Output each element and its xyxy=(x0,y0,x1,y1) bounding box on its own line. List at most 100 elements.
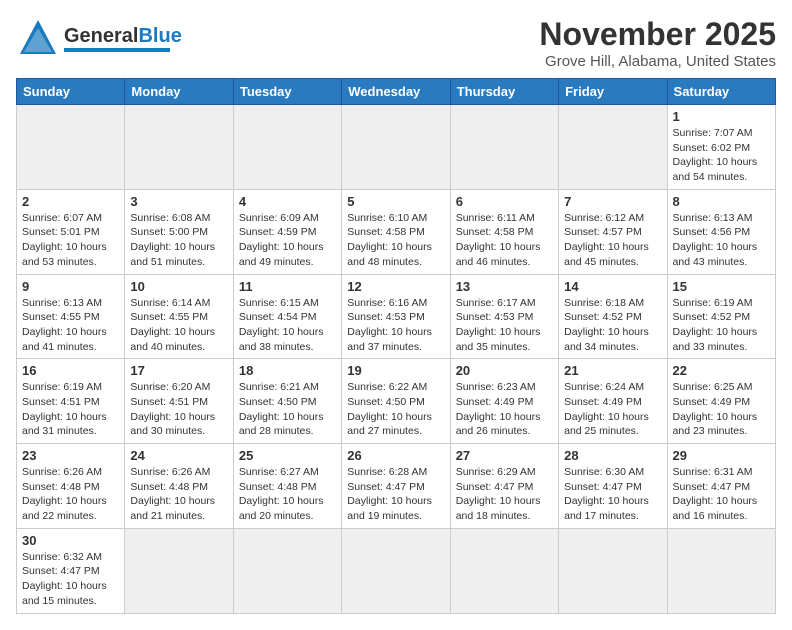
day-number: 29 xyxy=(673,448,770,463)
day-info: Sunrise: 6:29 AM Sunset: 4:47 PM Dayligh… xyxy=(456,465,553,524)
day-number: 18 xyxy=(239,363,336,378)
day-number: 24 xyxy=(130,448,227,463)
calendar-day-cell: 4 Sunrise: 6:09 AM Sunset: 4:59 PM Daylig… xyxy=(233,189,341,274)
weekday-header: Monday xyxy=(125,79,233,105)
day-number: 30 xyxy=(22,533,119,548)
day-number: 17 xyxy=(130,363,227,378)
calendar-week-row: 9 Sunrise: 6:13 AM Sunset: 4:55 PM Daylig… xyxy=(17,274,776,359)
weekday-header: Sunday xyxy=(17,79,125,105)
day-number: 5 xyxy=(347,194,444,209)
day-number: 15 xyxy=(673,279,770,294)
day-info: Sunrise: 6:22 AM Sunset: 4:50 PM Dayligh… xyxy=(347,380,444,439)
calendar-day-cell: 30 Sunrise: 6:32 AM Sunset: 4:47 PM Dayli… xyxy=(17,528,125,613)
day-number: 23 xyxy=(22,448,119,463)
weekday-header: Saturday xyxy=(667,79,775,105)
day-info: Sunrise: 6:13 AM Sunset: 4:55 PM Dayligh… xyxy=(22,296,119,355)
calendar-day-cell: 24 Sunrise: 6:26 AM Sunset: 4:48 PM Dayli… xyxy=(125,444,233,529)
day-info: Sunrise: 6:19 AM Sunset: 4:51 PM Dayligh… xyxy=(22,380,119,439)
day-info: Sunrise: 6:31 AM Sunset: 4:47 PM Dayligh… xyxy=(673,465,770,524)
weekday-header: Wednesday xyxy=(342,79,450,105)
day-info: Sunrise: 6:09 AM Sunset: 4:59 PM Dayligh… xyxy=(239,211,336,270)
weekday-header: Friday xyxy=(559,79,667,105)
calendar-day-cell: 7Sunrise: 6:12 AM Sunset: 4:57 PM Daylig… xyxy=(559,189,667,274)
day-info: Sunrise: 6:25 AM Sunset: 4:49 PM Dayligh… xyxy=(673,380,770,439)
weekday-header: Tuesday xyxy=(233,79,341,105)
calendar-day-cell xyxy=(125,528,233,613)
day-number: 4 xyxy=(239,194,336,209)
calendar-day-cell: 16 Sunrise: 6:19 AM Sunset: 4:51 PM Dayli… xyxy=(17,359,125,444)
logo-general: General xyxy=(64,25,138,47)
calendar-day-cell: 21Sunrise: 6:24 AM Sunset: 4:49 PM Dayli… xyxy=(559,359,667,444)
logo: GeneralBlue xyxy=(16,16,182,60)
day-info: Sunrise: 6:14 AM Sunset: 4:55 PM Dayligh… xyxy=(130,296,227,355)
calendar-day-cell: 15 Sunrise: 6:19 AM Sunset: 4:52 PM Dayli… xyxy=(667,274,775,359)
calendar-day-cell: 25 Sunrise: 6:27 AM Sunset: 4:48 PM Dayli… xyxy=(233,444,341,529)
day-info: Sunrise: 6:28 AM Sunset: 4:47 PM Dayligh… xyxy=(347,465,444,524)
calendar-day-cell xyxy=(125,105,233,190)
day-number: 10 xyxy=(130,279,227,294)
calendar-week-row: 1Sunrise: 7:07 AM Sunset: 6:02 PM Daylig… xyxy=(17,105,776,190)
calendar-day-cell: 9 Sunrise: 6:13 AM Sunset: 4:55 PM Daylig… xyxy=(17,274,125,359)
day-number: 20 xyxy=(456,363,553,378)
day-number: 19 xyxy=(347,363,444,378)
day-number: 9 xyxy=(22,279,119,294)
calendar-day-cell xyxy=(342,528,450,613)
calendar-day-cell xyxy=(342,105,450,190)
day-number: 22 xyxy=(673,363,770,378)
calendar-day-cell: 13Sunrise: 6:17 AM Sunset: 4:53 PM Dayli… xyxy=(450,274,558,359)
page-header: GeneralBlue November 2025 Grove Hill, Al… xyxy=(16,16,776,70)
calendar-day-cell: 10 Sunrise: 6:14 AM Sunset: 4:55 PM Dayli… xyxy=(125,274,233,359)
day-number: 3 xyxy=(130,194,227,209)
day-info: Sunrise: 6:17 AM Sunset: 4:53 PM Dayligh… xyxy=(456,296,553,355)
title-block: November 2025 Grove Hill, Alabama, Unite… xyxy=(539,16,776,70)
logo-blue: Blue xyxy=(138,25,181,47)
day-number: 27 xyxy=(456,448,553,463)
day-info: Sunrise: 6:13 AM Sunset: 4:56 PM Dayligh… xyxy=(673,211,770,270)
calendar-week-row: 2 Sunrise: 6:07 AM Sunset: 5:01 PM Daylig… xyxy=(17,189,776,274)
day-info: Sunrise: 6:30 AM Sunset: 4:47 PM Dayligh… xyxy=(564,465,661,524)
calendar-day-cell: 14 Sunrise: 6:18 AM Sunset: 4:52 PM Dayli… xyxy=(559,274,667,359)
calendar-day-cell xyxy=(559,528,667,613)
day-info: Sunrise: 6:26 AM Sunset: 4:48 PM Dayligh… xyxy=(130,465,227,524)
calendar-day-cell: 6Sunrise: 6:11 AM Sunset: 4:58 PM Daylig… xyxy=(450,189,558,274)
calendar-day-cell: 23Sunrise: 6:26 AM Sunset: 4:48 PM Dayli… xyxy=(17,444,125,529)
day-info: Sunrise: 6:18 AM Sunset: 4:52 PM Dayligh… xyxy=(564,296,661,355)
day-number: 28 xyxy=(564,448,661,463)
day-info: Sunrise: 6:21 AM Sunset: 4:50 PM Dayligh… xyxy=(239,380,336,439)
day-info: Sunrise: 6:20 AM Sunset: 4:51 PM Dayligh… xyxy=(130,380,227,439)
day-info: Sunrise: 6:15 AM Sunset: 4:54 PM Dayligh… xyxy=(239,296,336,355)
weekday-header: Thursday xyxy=(450,79,558,105)
day-info: Sunrise: 6:27 AM Sunset: 4:48 PM Dayligh… xyxy=(239,465,336,524)
calendar-day-cell xyxy=(233,105,341,190)
calendar-week-row: 30 Sunrise: 6:32 AM Sunset: 4:47 PM Dayli… xyxy=(17,528,776,613)
calendar-day-cell: 27 Sunrise: 6:29 AM Sunset: 4:47 PM Dayli… xyxy=(450,444,558,529)
day-info: Sunrise: 6:19 AM Sunset: 4:52 PM Dayligh… xyxy=(673,296,770,355)
calendar-day-cell: 29 Sunrise: 6:31 AM Sunset: 4:47 PM Dayli… xyxy=(667,444,775,529)
calendar-day-cell: 1Sunrise: 7:07 AM Sunset: 6:02 PM Daylig… xyxy=(667,105,775,190)
calendar-day-cell: 22 Sunrise: 6:25 AM Sunset: 4:49 PM Dayli… xyxy=(667,359,775,444)
calendar-day-cell: 26Sunrise: 6:28 AM Sunset: 4:47 PM Dayli… xyxy=(342,444,450,529)
calendar-day-cell xyxy=(17,105,125,190)
day-number: 8 xyxy=(673,194,770,209)
day-info: Sunrise: 6:32 AM Sunset: 4:47 PM Dayligh… xyxy=(22,550,119,609)
day-number: 16 xyxy=(22,363,119,378)
calendar-day-cell: 19 Sunrise: 6:22 AM Sunset: 4:50 PM Dayli… xyxy=(342,359,450,444)
calendar-day-cell: 18 Sunrise: 6:21 AM Sunset: 4:50 PM Dayli… xyxy=(233,359,341,444)
calendar-day-cell xyxy=(450,105,558,190)
day-info: Sunrise: 6:16 AM Sunset: 4:53 PM Dayligh… xyxy=(347,296,444,355)
calendar-day-cell: 2 Sunrise: 6:07 AM Sunset: 5:01 PM Daylig… xyxy=(17,189,125,274)
calendar-day-cell: 5Sunrise: 6:10 AM Sunset: 4:58 PM Daylig… xyxy=(342,189,450,274)
day-number: 11 xyxy=(239,279,336,294)
day-info: Sunrise: 7:07 AM Sunset: 6:02 PM Dayligh… xyxy=(673,126,770,185)
calendar-week-row: 16 Sunrise: 6:19 AM Sunset: 4:51 PM Dayli… xyxy=(17,359,776,444)
day-number: 2 xyxy=(22,194,119,209)
calendar-week-row: 23 Sunrise: 6:26 AM Sunset: 4:48 PM Dayli… xyxy=(17,444,776,529)
calendar-day-cell: 8 Sunrise: 6:13 AM Sunset: 4:56 PM Daylig… xyxy=(667,189,775,274)
day-number: 14 xyxy=(564,279,661,294)
calendar-day-cell: 11 Sunrise: 6:15 AM Sunset: 4:54 PM Dayli… xyxy=(233,274,341,359)
day-info: Sunrise: 6:07 AM Sunset: 5:01 PM Dayligh… xyxy=(22,211,119,270)
day-number: 6 xyxy=(456,194,553,209)
calendar-day-cell xyxy=(450,528,558,613)
day-number: 12 xyxy=(347,279,444,294)
day-number: 25 xyxy=(239,448,336,463)
